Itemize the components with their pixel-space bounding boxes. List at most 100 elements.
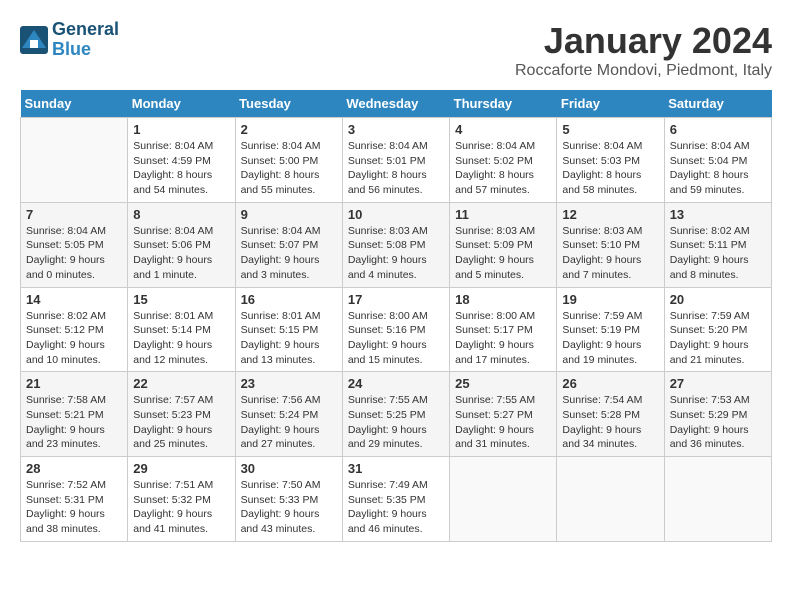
calendar-cell: 27Sunrise: 7:53 AM Sunset: 5:29 PM Dayli… [664,372,771,457]
day-number: 13 [670,207,766,222]
calendar-cell: 29 Sunrise: 7:51 AM Sunset: 5:32 PM Dayli… [128,457,235,542]
day-number: 22 [133,376,229,391]
calendar-row: 1 Sunrise: 8:04 AM Sunset: 4:59 PM Daylig… [21,118,772,203]
calendar-cell: 22 Sunrise: 7:57 AM Sunset: 5:23 PM Dayli… [128,372,235,457]
cell-info: Sunrise: 8:03 AM Sunset: 5:08 PM Dayligh… [348,224,444,283]
logo-text-line1: General [52,20,119,40]
cell-info: Sunrise: 8:00 AM Sunset: 5:17 PM Dayligh… [455,309,551,368]
calendar-cell: 11 Sunrise: 8:03 AM Sunset: 5:09 PM Dayli… [450,202,557,287]
calendar-cell: 15Sunrise: 8:01 AM Sunset: 5:14 PM Dayli… [128,287,235,372]
day-number: 24 [348,376,444,391]
day-number: 28 [26,461,122,476]
cell-info: Sunrise: 8:03 AM Sunset: 5:10 PM Dayligh… [562,224,658,283]
cell-info: Sunrise: 8:04 AM Sunset: 5:06 PM Dayligh… [133,224,229,283]
day-number: 18 [455,292,551,307]
calendar-cell: 23 Sunrise: 7:56 AM Sunset: 5:24 PM Dayli… [235,372,342,457]
calendar-cell: 6Sunrise: 8:04 AM Sunset: 5:04 PM Daylig… [664,118,771,203]
cell-info: Sunrise: 8:03 AM Sunset: 5:09 PM Dayligh… [455,224,551,283]
logo-text-line2: Blue [52,40,119,60]
calendar-table: SundayMondayTuesdayWednesdayThursdayFrid… [20,90,772,542]
cell-info: Sunrise: 8:04 AM Sunset: 5:05 PM Dayligh… [26,224,122,283]
cell-info: Sunrise: 8:04 AM Sunset: 4:59 PM Dayligh… [133,139,229,198]
calendar-row: 21 Sunrise: 7:58 AM Sunset: 5:21 PM Dayli… [21,372,772,457]
calendar-cell: 28 Sunrise: 7:52 AM Sunset: 5:31 PM Dayli… [21,457,128,542]
weekday-header: Saturday [664,90,771,118]
location: Roccaforte Mondovi, Piedmont, Italy [515,62,772,80]
calendar-cell: 18 Sunrise: 8:00 AM Sunset: 5:17 PM Dayli… [450,287,557,372]
calendar-cell: 26 Sunrise: 7:54 AM Sunset: 5:28 PM Dayli… [557,372,664,457]
calendar-row: 7 Sunrise: 8:04 AM Sunset: 5:05 PM Daylig… [21,202,772,287]
day-number: 14 [26,292,122,307]
cell-info: Sunrise: 7:52 AM Sunset: 5:31 PM Dayligh… [26,478,122,537]
calendar-cell: 3Sunrise: 8:04 AM Sunset: 5:01 PM Daylig… [342,118,449,203]
day-number: 5 [562,122,658,137]
calendar-cell [450,457,557,542]
day-number: 19 [562,292,658,307]
day-number: 7 [26,207,122,222]
calendar-cell: 21 Sunrise: 7:58 AM Sunset: 5:21 PM Dayli… [21,372,128,457]
cell-info: Sunrise: 8:01 AM Sunset: 5:15 PM Dayligh… [241,309,337,368]
day-number: 29 [133,461,229,476]
weekday-header: Tuesday [235,90,342,118]
day-number: 17 [348,292,444,307]
calendar-row: 28 Sunrise: 7:52 AM Sunset: 5:31 PM Dayli… [21,457,772,542]
day-number: 2 [241,122,337,137]
calendar-cell: 1 Sunrise: 8:04 AM Sunset: 4:59 PM Daylig… [128,118,235,203]
calendar-cell: 16 Sunrise: 8:01 AM Sunset: 5:15 PM Dayli… [235,287,342,372]
weekday-header: Sunday [21,90,128,118]
cell-info: Sunrise: 7:55 AM Sunset: 5:25 PM Dayligh… [348,393,444,452]
page-header: General Blue January 2024 Roccaforte Mon… [20,20,772,80]
calendar-cell: 4 Sunrise: 8:04 AM Sunset: 5:02 PM Daylig… [450,118,557,203]
cell-info: Sunrise: 7:58 AM Sunset: 5:21 PM Dayligh… [26,393,122,452]
cell-info: Sunrise: 7:53 AM Sunset: 5:29 PM Dayligh… [670,393,766,452]
calendar-cell: 24 Sunrise: 7:55 AM Sunset: 5:25 PM Dayli… [342,372,449,457]
day-number: 8 [133,207,229,222]
header-row: SundayMondayTuesdayWednesdayThursdayFrid… [21,90,772,118]
day-number: 23 [241,376,337,391]
cell-info: Sunrise: 8:04 AM Sunset: 5:00 PM Dayligh… [241,139,337,198]
day-number: 1 [133,122,229,137]
day-number: 15 [133,292,229,307]
calendar-cell: 9Sunrise: 8:04 AM Sunset: 5:07 PM Daylig… [235,202,342,287]
calendar-cell [664,457,771,542]
weekday-header: Wednesday [342,90,449,118]
day-number: 30 [241,461,337,476]
day-number: 11 [455,207,551,222]
calendar-cell: 19 Sunrise: 7:59 AM Sunset: 5:19 PM Dayli… [557,287,664,372]
calendar-cell [21,118,128,203]
weekday-header: Friday [557,90,664,118]
calendar-cell: 31Sunrise: 7:49 AM Sunset: 5:35 PM Dayli… [342,457,449,542]
cell-info: Sunrise: 8:02 AM Sunset: 5:12 PM Dayligh… [26,309,122,368]
cell-info: Sunrise: 7:56 AM Sunset: 5:24 PM Dayligh… [241,393,337,452]
cell-info: Sunrise: 8:04 AM Sunset: 5:01 PM Dayligh… [348,139,444,198]
cell-info: Sunrise: 7:51 AM Sunset: 5:32 PM Dayligh… [133,478,229,537]
calendar-cell: 10Sunrise: 8:03 AM Sunset: 5:08 PM Dayli… [342,202,449,287]
cell-info: Sunrise: 8:04 AM Sunset: 5:04 PM Dayligh… [670,139,766,198]
day-number: 21 [26,376,122,391]
title-area: January 2024 Roccaforte Mondovi, Piedmon… [515,20,772,80]
calendar-cell: 17Sunrise: 8:00 AM Sunset: 5:16 PM Dayli… [342,287,449,372]
calendar-cell: 13 Sunrise: 8:02 AM Sunset: 5:11 PM Dayli… [664,202,771,287]
calendar-cell: 12Sunrise: 8:03 AM Sunset: 5:10 PM Dayli… [557,202,664,287]
cell-info: Sunrise: 7:54 AM Sunset: 5:28 PM Dayligh… [562,393,658,452]
cell-info: Sunrise: 7:59 AM Sunset: 5:19 PM Dayligh… [562,309,658,368]
calendar-cell: 7 Sunrise: 8:04 AM Sunset: 5:05 PM Daylig… [21,202,128,287]
day-number: 16 [241,292,337,307]
day-number: 4 [455,122,551,137]
cell-info: Sunrise: 7:49 AM Sunset: 5:35 PM Dayligh… [348,478,444,537]
cell-info: Sunrise: 8:04 AM Sunset: 5:03 PM Dayligh… [562,139,658,198]
calendar-cell: 2 Sunrise: 8:04 AM Sunset: 5:00 PM Daylig… [235,118,342,203]
day-number: 26 [562,376,658,391]
calendar-cell: 25Sunrise: 7:55 AM Sunset: 5:27 PM Dayli… [450,372,557,457]
calendar-cell: 20 Sunrise: 7:59 AM Sunset: 5:20 PM Dayli… [664,287,771,372]
calendar-cell [557,457,664,542]
calendar-cell: 30Sunrise: 7:50 AM Sunset: 5:33 PM Dayli… [235,457,342,542]
day-number: 20 [670,292,766,307]
weekday-header: Thursday [450,90,557,118]
cell-info: Sunrise: 8:02 AM Sunset: 5:11 PM Dayligh… [670,224,766,283]
cell-info: Sunrise: 8:04 AM Sunset: 5:02 PM Dayligh… [455,139,551,198]
cell-info: Sunrise: 7:59 AM Sunset: 5:20 PM Dayligh… [670,309,766,368]
weekday-header: Monday [128,90,235,118]
calendar-cell: 14 Sunrise: 8:02 AM Sunset: 5:12 PM Dayli… [21,287,128,372]
cell-info: Sunrise: 7:57 AM Sunset: 5:23 PM Dayligh… [133,393,229,452]
